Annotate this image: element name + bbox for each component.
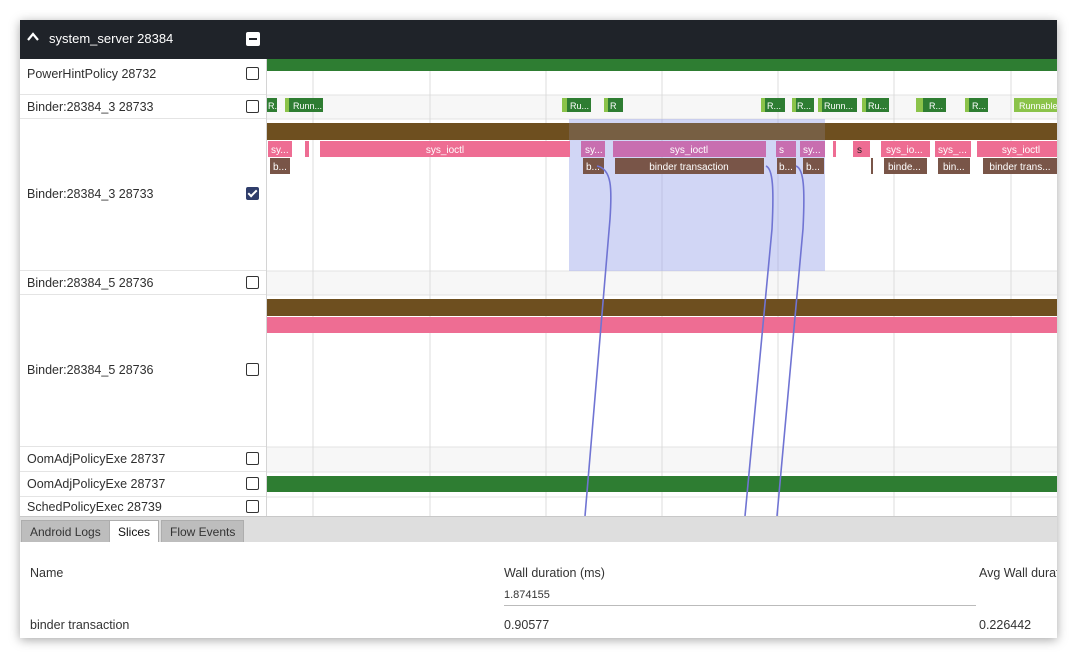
thread-row: PowerHintPolicy 28732 (20, 59, 266, 95)
slice-label: sys_ioctl (426, 145, 464, 156)
thread-row: OomAdjPolicyExe 28737 (20, 472, 266, 497)
state-label: R... (929, 101, 943, 111)
thread-row: Binder:28384_5 28736 (20, 271, 266, 295)
slice-label: sys_ioctl (670, 145, 708, 156)
tab-slices[interactable]: Slices (109, 520, 160, 542)
slice-sys-ioctl[interactable] (833, 141, 836, 157)
timeline-tracks[interactable]: R... Runn... Ru... R R... R... Runn... R… (267, 59, 1057, 516)
state-slice[interactable] (761, 98, 765, 112)
trace-viewer: system_server 28384 PowerHintPolicy 2873… (20, 20, 1057, 638)
thread-checkbox[interactable] (246, 363, 259, 376)
thread-row: Binder:28384_3 28733 (20, 95, 266, 119)
state-label: Runn... (293, 101, 322, 111)
chevron-up-icon[interactable] (26, 30, 40, 44)
state-slice[interactable] (862, 98, 866, 112)
thread-name: SchedPolicyExec 28739 (27, 500, 162, 514)
thread-checkbox[interactable] (246, 67, 259, 80)
slice-label: bin... (943, 162, 965, 173)
thread-checkbox[interactable] (246, 500, 259, 513)
thread-name: OomAdjPolicyExe 28737 (27, 452, 166, 466)
thread-row: Binder:28384_3 28733 (20, 119, 266, 271)
state-slice[interactable] (285, 98, 289, 112)
column-header-wall-duration[interactable]: Wall duration (ms) (504, 566, 605, 580)
thread-name: Binder:28384_5 28736 (27, 276, 154, 290)
process-header[interactable]: system_server 28384 (20, 20, 1057, 59)
slice-label: binder trans... (989, 162, 1050, 173)
thread-checkbox[interactable] (246, 276, 259, 289)
slice-label: b... (806, 162, 820, 173)
thread-state-bar[interactable] (267, 299, 1057, 316)
slice-label: binde... (888, 162, 921, 173)
slice-label: sy... (803, 145, 821, 156)
thread-state-bar-selected (569, 123, 825, 140)
thread-name: Binder:28384_3 28733 (27, 100, 154, 114)
slice-details-panel: Name Wall duration (ms) Avg Wall durat 1… (20, 542, 1057, 638)
tab-android-logs[interactable]: Android Logs (21, 520, 110, 542)
slice-sys-ioctl[interactable] (267, 317, 1057, 333)
process-title: system_server 28384 (49, 31, 174, 46)
state-label: R (610, 101, 617, 111)
thread-checkbox[interactable] (246, 477, 259, 490)
thread-name: OomAdjPolicyExe 28737 (27, 477, 166, 491)
slice-label: sys_io... (886, 145, 923, 156)
wall-duration-cell: 0.90577 (504, 618, 550, 632)
bottom-tab-bar: Android Logs Slices Flow Events (20, 516, 1057, 543)
state-label: Runn... (824, 101, 853, 111)
process-checkbox[interactable] (246, 32, 260, 46)
state-slice[interactable] (965, 98, 969, 112)
thread-row: OomAdjPolicyExe 28737 (20, 447, 266, 472)
slice-binder[interactable] (871, 158, 873, 174)
state-slice[interactable] (792, 98, 796, 112)
state-label: R... (797, 101, 811, 111)
running-state-bar[interactable] (267, 476, 1057, 492)
slice-label: sys_ioctl (1002, 145, 1040, 156)
thread-row: Binder:28384_5 28736 (20, 295, 266, 447)
slice-label: s (857, 145, 862, 156)
slice-label: b... (273, 162, 287, 173)
slice-label: b... (779, 162, 793, 173)
state-slice[interactable] (604, 98, 608, 112)
slice-label: s (779, 145, 784, 156)
total-wall-duration: 1.874155 (504, 589, 550, 601)
slice-sys-ioctl[interactable] (305, 141, 309, 157)
column-header-name[interactable]: Name (30, 566, 63, 580)
slice-track[interactable]: sy... sys_ioctl sy... sys_ioctl s sy... … (267, 123, 1057, 174)
slice-label: sy... (271, 145, 289, 156)
avg-wall-duration-cell: 0.226442 (979, 618, 1032, 632)
state-label: Ru... (868, 101, 887, 111)
state-slice[interactable] (562, 98, 567, 112)
tab-flow-events[interactable]: Flow Events (161, 520, 245, 542)
thread-name: Binder:28384_3 28733 (27, 187, 154, 201)
state-slice[interactable] (818, 98, 822, 112)
slice-label: sys_... (938, 145, 967, 156)
slice-name-cell: binder transaction (30, 618, 130, 632)
thread-checkbox[interactable] (246, 100, 259, 113)
thread-name: Binder:28384_5 28736 (27, 363, 154, 377)
slice-label: binder transaction (649, 162, 729, 173)
state-label: Ru... (570, 101, 589, 111)
state-label: R... (268, 101, 282, 111)
state-label: R... (972, 101, 986, 111)
thread-name-column: PowerHintPolicy 28732 Binder:28384_3 287… (20, 59, 267, 516)
column-header-avg-wall-duration[interactable]: Avg Wall durat (979, 566, 1057, 580)
slice-label: b... (586, 162, 600, 173)
state-slice[interactable] (916, 98, 923, 112)
total-underline (504, 605, 976, 606)
slice-label: sy... (585, 145, 603, 156)
thread-checkbox-checked[interactable] (246, 187, 259, 200)
thread-row: SchedPolicyExec 28739 (20, 497, 266, 516)
timeline-canvas[interactable]: R... Runn... Ru... R R... R... Runn... R… (267, 59, 1057, 516)
thread-checkbox[interactable] (246, 452, 259, 465)
state-label: R... (767, 101, 781, 111)
thread-name: PowerHintPolicy 28732 (27, 67, 157, 81)
running-state-bar[interactable] (267, 59, 1057, 71)
state-label: Runnable (1019, 101, 1057, 111)
